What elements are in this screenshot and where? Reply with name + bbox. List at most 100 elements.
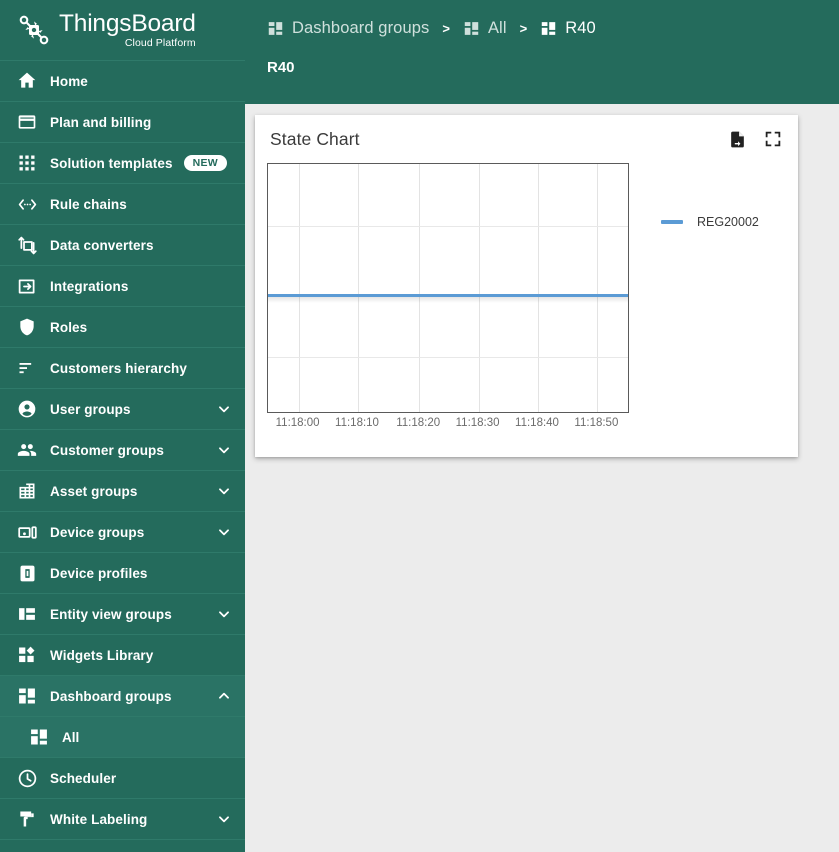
dashboard-icon (463, 20, 480, 37)
breadcrumb-item-dashboard-groups[interactable]: Dashboard groups (267, 19, 429, 38)
export-file-icon[interactable] (726, 128, 748, 150)
breadcrumb-label: All (487, 19, 507, 37)
chart-legend: REG20002 (661, 215, 759, 443)
sidebar-item-widgets-library[interactable]: Widgets Library (0, 635, 245, 676)
chevron-down-icon[interactable] (217, 443, 231, 457)
sidebar-item-label: Dashboard groups (50, 688, 172, 704)
grid-dots-icon (16, 152, 38, 174)
x-axis-tick-label: 11:18:00 (275, 417, 320, 429)
sidebar-item-label: Widgets Library (50, 647, 154, 663)
sidebar-subitem-all[interactable]: All (0, 717, 245, 758)
brand-title: ThingsBoard (59, 9, 196, 37)
sidebar-item-label: Solution templates (50, 155, 173, 171)
integrations-icon (16, 275, 38, 297)
sidebar-item-user-groups[interactable]: User groups (0, 389, 245, 430)
sidebar-item-label: Scheduler (50, 770, 117, 786)
legend-color-marker (661, 220, 683, 224)
sidebar-nav-list: Home Plan and billing Solution templates NE… (0, 61, 245, 840)
breadcrumb: Dashboard groups > All > R40 (267, 0, 839, 57)
chart-x-axis: 11:18:00 11:18:10 11:18:20 11:18:30 11:18:40… (267, 417, 629, 435)
state-chart-widget: State Chart 11:18:00 11:18:10 11:18:20 1… (255, 115, 798, 457)
gridline-vertical (298, 164, 300, 412)
sidebar: ThingsBoard Cloud Platform Home Plan and … (0, 0, 245, 852)
entity-view-icon (16, 603, 38, 625)
x-axis-tick-label: 11:18:30 (455, 417, 500, 429)
dashboard-icon (28, 726, 50, 748)
chevron-down-icon[interactable] (217, 607, 231, 621)
breadcrumb-label: R40 (565, 19, 596, 37)
chart-plot-area (267, 163, 629, 413)
dashboard-icon (267, 20, 284, 37)
sidebar-item-roles[interactable]: Roles (0, 307, 245, 348)
sidebar-item-integrations[interactable]: Integrations (0, 266, 245, 307)
sidebar-subitem-label: All (62, 729, 80, 745)
x-axis-tick-label: 11:18:50 (574, 417, 619, 429)
chevron-down-icon[interactable] (217, 484, 231, 498)
gridline-vertical (538, 164, 539, 412)
widget-actions (726, 128, 784, 150)
widget-header: State Chart (255, 115, 798, 163)
series-line (268, 294, 628, 298)
fullscreen-icon[interactable] (762, 128, 784, 150)
sidebar-item-device-profiles[interactable]: Device profiles (0, 553, 245, 594)
gridline-horizontal (268, 226, 628, 227)
brand-subtitle: Cloud Platform (124, 37, 196, 49)
sidebar-item-label: Customer groups (50, 442, 165, 458)
credit-card-icon (16, 111, 38, 133)
rule-chain-icon (16, 193, 38, 215)
breadcrumb-separator: > (442, 21, 450, 36)
sidebar-item-scheduler[interactable]: Scheduler (0, 758, 245, 799)
page-title: R40 (267, 59, 295, 76)
people-icon (16, 439, 38, 461)
dashboard-content: State Chart 11:18:00 11:18:10 11:18:20 1… (245, 104, 839, 852)
main-region: Dashboard groups > All > R40 R40 State Chart (245, 0, 839, 852)
widget-title: State Chart (270, 128, 360, 149)
gridline-vertical (478, 164, 480, 412)
breadcrumb-separator: > (519, 21, 528, 36)
app-root: ThingsBoard Cloud Platform Home Plan and … (0, 0, 839, 852)
sidebar-item-label: User groups (50, 401, 131, 417)
sidebar-item-device-groups[interactable]: Device groups (0, 512, 245, 553)
chevron-down-icon[interactable] (217, 525, 231, 539)
building-icon (16, 480, 38, 502)
sidebar-item-white-labeling[interactable]: White Labeling (0, 799, 245, 840)
widget-body: 11:18:00 11:18:10 11:18:20 11:18:30 11:18:40… (255, 163, 798, 443)
chart-plot-region: 11:18:00 11:18:10 11:18:20 11:18:30 11:18:40… (267, 163, 657, 443)
sidebar-item-customer-groups[interactable]: Customer groups (0, 430, 245, 471)
breadcrumb-label: Dashboard groups (292, 19, 430, 37)
breadcrumb-item-r40[interactable]: R40 (540, 19, 596, 38)
sidebar-item-plan-and-billing[interactable]: Plan and billing (0, 102, 245, 143)
sidebar-item-entity-view-groups[interactable]: Entity view groups (0, 594, 245, 635)
hierarchy-icon (16, 357, 38, 379)
sidebar-item-label: Rule chains (50, 196, 127, 212)
breadcrumb-item-all[interactable]: All (463, 19, 507, 38)
sidebar-item-label: Data converters (50, 237, 154, 253)
clock-icon (16, 767, 38, 789)
sidebar-item-solution-templates[interactable]: Solution templates NEW (0, 143, 245, 184)
sidebar-item-dashboard-groups[interactable]: Dashboard groups (0, 676, 245, 717)
chevron-down-icon[interactable] (217, 812, 231, 826)
legend-item[interactable]: REG20002 (661, 215, 759, 229)
sidebar-item-label: White Labeling (50, 811, 148, 827)
sidebar-item-asset-groups[interactable]: Asset groups (0, 471, 245, 512)
new-badge: NEW (183, 154, 227, 172)
legend-label: REG20002 (697, 215, 759, 229)
x-axis-tick-label: 11:18:10 (335, 417, 379, 429)
brand-logo[interactable]: ThingsBoard Cloud Platform (0, 0, 245, 61)
chevron-down-icon[interactable] (217, 402, 231, 416)
thingsboard-logo-icon (14, 10, 54, 50)
sidebar-item-data-converters[interactable]: Data converters (0, 225, 245, 266)
x-axis-tick-label: 11:18:20 (396, 417, 441, 429)
sidebar-item-label: Roles (50, 319, 88, 335)
device-profile-icon (16, 562, 38, 584)
chevron-up-icon[interactable] (217, 689, 231, 703)
paint-roller-icon (16, 808, 38, 830)
sidebar-item-customers-hierarchy[interactable]: Customers hierarchy (0, 348, 245, 389)
home-icon (16, 70, 38, 92)
gridline-horizontal (268, 357, 628, 359)
sidebar-item-label: Plan and billing (50, 114, 152, 130)
sidebar-item-home[interactable]: Home (0, 61, 245, 102)
sidebar-item-label: Device profiles (50, 565, 148, 581)
sidebar-item-rule-chains[interactable]: Rule chains (0, 184, 245, 225)
device-icon (16, 521, 38, 543)
